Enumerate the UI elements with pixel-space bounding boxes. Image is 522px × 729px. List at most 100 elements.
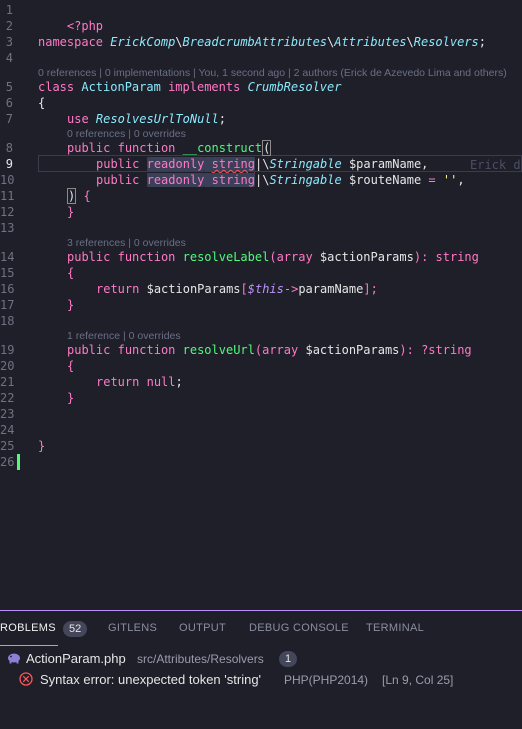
line-number: 1 [5, 3, 13, 17]
code-line-15: { [67, 265, 74, 281]
keyword: function [117, 343, 176, 357]
namespace-part: Attributes [334, 35, 407, 49]
keyword: public [96, 157, 140, 171]
variable: $routeName [348, 173, 422, 187]
brace: { [67, 359, 75, 373]
problem-file-row[interactable]: ActionParam.php src/Attributes/Resolvers… [0, 648, 522, 668]
php-open-tag: <?php [66, 19, 104, 33]
php-elephant-icon [8, 653, 20, 664]
code-line-20: { [67, 358, 74, 374]
code-line-17: } [67, 297, 74, 313]
variable: $actionParams [305, 343, 400, 357]
property: paramName [298, 282, 364, 296]
semicolon: ; [478, 35, 487, 49]
variable: $paramName, [348, 157, 429, 171]
code-line-22: } [67, 390, 74, 406]
tab-debug-console[interactable]: DEBUG CONSOLE [249, 622, 349, 634]
codelens-construct[interactable]: 0 references | 0 overrides [67, 127, 186, 141]
line-number: 26 [0, 455, 15, 469]
bracket: [ [240, 282, 248, 296]
brace: { [38, 96, 46, 110]
line-number: 8 [5, 141, 13, 155]
tab-gitlens[interactable]: GITLENS [108, 622, 157, 634]
error-position: [Ln 9, Col 25] [382, 673, 454, 687]
line-number: 13 [0, 221, 15, 235]
type-name: Stringable [269, 157, 342, 171]
git-blame-ghost-text: Erick d [470, 158, 521, 172]
namespace-part: Resolvers [413, 35, 479, 49]
function-name: resolveLabel [182, 250, 270, 264]
string-literal: '' [442, 173, 458, 187]
code-line-16: return $actionParams[$this->paramName]; [96, 281, 378, 297]
tab-problems[interactable]: ROBLEMS [0, 622, 56, 634]
git-added-line-marker [17, 454, 20, 470]
brace: } [67, 298, 75, 312]
code-line-11: ) { [67, 188, 91, 204]
code-editor[interactable]: 1 2 3 4 5 6 7 8 9 10 11 12 13 14 15 16 1… [0, 0, 522, 610]
variable: $actionParams [319, 250, 414, 264]
open-paren: ( [262, 140, 272, 156]
code-line-6: { [38, 95, 45, 111]
type-keyword: array [276, 250, 313, 264]
keyword: return [96, 282, 140, 296]
type-name: Stringable [269, 173, 342, 187]
error-token: string [211, 157, 255, 171]
variable: $actionParams [146, 282, 241, 296]
keyword: implements [168, 80, 241, 94]
line-number: 24 [0, 423, 15, 437]
codelens-resolve-url[interactable]: 1 reference | 0 overrides [67, 329, 181, 343]
keyword: return [96, 375, 140, 389]
line-number: 18 [0, 314, 15, 328]
problem-file-path: src/Attributes/Resolvers [137, 652, 264, 666]
code-line-7: use ResolvesUrlToNull; [67, 111, 226, 127]
trait-name: ResolvesUrlToNull [95, 112, 219, 126]
return-type: ?string [421, 343, 472, 357]
line-number: 17 [0, 298, 15, 312]
brace: } [67, 391, 75, 405]
keyword: function [117, 250, 176, 264]
tab-terminal[interactable]: TERMINAL [366, 622, 424, 634]
error-circle-icon [19, 672, 33, 686]
keyword-readonly: readonly [146, 173, 205, 187]
active-tab-indicator [0, 645, 58, 646]
problem-error-row[interactable]: Syntax error: unexpected token 'string' … [0, 669, 522, 689]
semicolon: ; [218, 112, 226, 126]
namespace-separator: \ [175, 35, 183, 49]
line-number: 21 [0, 375, 15, 389]
keyword: public [96, 173, 140, 187]
keyword: public [67, 343, 111, 357]
keyword: use [67, 112, 89, 126]
open-paren: ( [269, 250, 277, 264]
keyword: public [67, 141, 111, 155]
namespace-part: BreadcrumbAttributes [182, 35, 328, 49]
code-line-21: return null; [96, 374, 183, 390]
keyword: namespace [38, 35, 104, 49]
keyword: public [67, 250, 111, 264]
code-line-10: public readonly string|\Stringable $rout… [96, 173, 465, 187]
panel-tabs: ROBLEMS 52 GITLENS OUTPUT DEBUG CONSOLE … [0, 611, 522, 647]
line-number: 20 [0, 359, 15, 373]
problems-count-badge: 52 [63, 621, 88, 637]
type-keyword: array [262, 343, 299, 357]
brace: } [38, 439, 46, 453]
null-literal: null [146, 375, 176, 389]
line-number: 4 [5, 51, 13, 65]
code-line-14: public function resolveLabel(array $acti… [67, 249, 479, 265]
tab-output[interactable]: OUTPUT [179, 622, 226, 634]
close-paren: ): [413, 250, 429, 264]
keyword-readonly: readonly [146, 157, 205, 171]
codelens-class[interactable]: 0 references | 0 implementations | You, … [38, 66, 507, 80]
close-paren: ) [67, 188, 77, 204]
return-type: string [435, 250, 479, 264]
type-keyword: string [211, 173, 255, 187]
class-name: ActionParam [81, 80, 161, 94]
line-number: 6 [5, 96, 13, 110]
codelens-resolve-label[interactable]: 3 references | 0 overrides [67, 236, 186, 250]
bracket: ]; [363, 282, 378, 296]
line-number: 5 [5, 80, 13, 94]
function-name: resolveUrl [182, 343, 255, 357]
close-paren: ): [399, 343, 414, 357]
keyword: function [117, 141, 176, 155]
brace: } [67, 205, 75, 219]
line-number: 2 [5, 19, 13, 33]
